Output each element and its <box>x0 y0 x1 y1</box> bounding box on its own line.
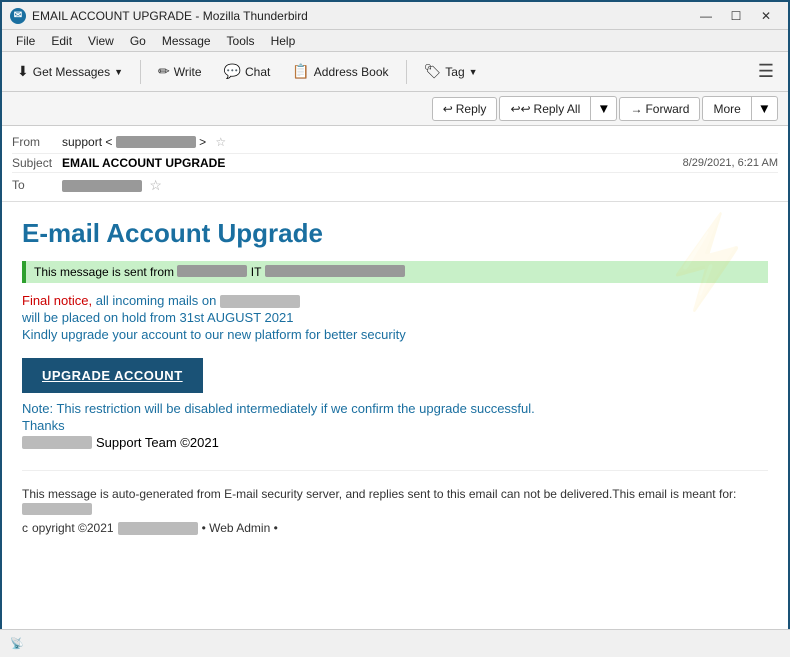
app-icon: ✉ <box>10 8 26 24</box>
reply-button[interactable]: ↩ Reply <box>432 97 498 121</box>
address-book-button[interactable]: 📋 Address Book <box>283 58 397 85</box>
to-address-blurred <box>62 180 142 192</box>
support-row: Support Team ©2021 <box>22 435 768 450</box>
thanks-text: Thanks <box>22 418 768 433</box>
email-header: From support < > ☆ Subject EMAIL ACCOUNT… <box>2 126 788 202</box>
write-button[interactable]: ✏ Write <box>149 58 211 85</box>
warning-text: This message is sent from IT <box>34 265 405 279</box>
warning-bar: This message is sent from IT <box>22 261 768 283</box>
from-star-icon[interactable]: ☆ <box>215 135 226 149</box>
subject-value: EMAIL ACCOUNT UPGRADE <box>62 156 683 170</box>
tag-button[interactable]: 🏷 Tag ▼ <box>415 58 487 85</box>
hamburger-menu-button[interactable]: ☰ <box>750 57 782 86</box>
get-messages-dropdown-icon[interactable]: ▼ <box>114 67 123 77</box>
menu-view[interactable]: View <box>80 32 122 50</box>
chat-button[interactable]: 💬 Chat <box>215 58 280 85</box>
menu-go[interactable]: Go <box>122 32 154 50</box>
tag-icon: 🏷 <box>424 63 442 80</box>
body-line3: Kindly upgrade your account to our new p… <box>22 327 768 342</box>
to-label: To <box>12 178 62 192</box>
chat-icon: 💬 <box>224 63 241 80</box>
get-messages-icon: ⬇ <box>17 63 29 80</box>
menu-file[interactable]: File <box>8 32 43 50</box>
reply-all-button[interactable]: ↩↩ Reply All <box>499 96 590 121</box>
copyright-blurred <box>118 522 198 535</box>
from-address-blurred <box>116 136 196 148</box>
menu-tools[interactable]: Tools <box>219 32 263 50</box>
copyright-row: c opyright ©2021 • Web Admin • <box>22 521 768 535</box>
final-notice-text: Final notice, <box>22 293 92 308</box>
write-icon: ✏ <box>158 63 170 80</box>
toolbar-separator <box>140 60 141 84</box>
to-value: ☆ <box>62 177 778 194</box>
warning-blurred-bar <box>265 265 405 277</box>
maximize-button[interactable]: ☐ <box>722 6 750 26</box>
support-name-blurred <box>22 436 92 449</box>
email-body: ⚡ E-mail Account Upgrade This message is… <box>2 202 788 631</box>
to-star-icon[interactable]: ☆ <box>149 177 162 193</box>
subject-row: Subject EMAIL ACCOUNT UPGRADE 8/29/2021,… <box>12 154 778 173</box>
more-split-button: More ▼ <box>702 96 778 121</box>
action-bar: ↩ Reply ↩↩ Reply All ▼ → Forward More ▼ <box>2 92 788 126</box>
from-label: From <box>12 135 62 149</box>
toolbar-separator-2 <box>406 60 407 84</box>
menu-message[interactable]: Message <box>154 32 219 50</box>
menu-edit[interactable]: Edit <box>43 32 80 50</box>
note-text: Note: This restriction will be disabled … <box>22 401 768 416</box>
auto-message: This message is auto-generated from E-ma… <box>22 470 768 515</box>
from-value: support < > ☆ <box>62 135 778 149</box>
support-team-text: Support Team ©2021 <box>96 435 219 450</box>
subject-label: Subject <box>12 156 62 170</box>
to-row: To ☆ <box>12 173 778 197</box>
forward-button[interactable]: → Forward <box>619 97 700 121</box>
more-button[interactable]: More <box>702 96 750 121</box>
reply-icon: ↩ <box>443 102 453 116</box>
minimize-button[interactable]: — <box>692 6 720 26</box>
email-title: E-mail Account Upgrade <box>22 218 768 249</box>
body-line1: Final notice, all incoming mails on <box>22 293 768 308</box>
menubar: File Edit View Go Message Tools Help <box>2 30 788 52</box>
titlebar: ✉ EMAIL ACCOUNT UPGRADE - Mozilla Thunde… <box>2 2 788 30</box>
from-row: From support < > ☆ <box>12 130 778 154</box>
forward-icon: → <box>630 102 642 116</box>
window-controls: — ☐ ✕ <box>692 6 780 26</box>
reply-all-dropdown-button[interactable]: ▼ <box>590 96 617 121</box>
close-button[interactable]: ✕ <box>752 6 780 26</box>
email-date: 8/29/2021, 6:21 AM <box>683 157 778 169</box>
warning-blurred-name <box>177 265 247 277</box>
reply-all-split-button: ↩↩ Reply All ▼ <box>499 96 617 121</box>
statusbar: 📡 <box>0 629 790 657</box>
tag-dropdown-icon[interactable]: ▼ <box>469 67 478 77</box>
body-line2: will be placed on hold from 31st AUGUST … <box>22 310 768 325</box>
menu-help[interactable]: Help <box>263 32 304 50</box>
reply-all-icon: ↩↩ <box>510 102 530 116</box>
statusbar-icon: 📡 <box>10 637 24 650</box>
upgrade-account-button[interactable]: UPGRADE ACCOUNT <box>22 358 203 393</box>
window-title: EMAIL ACCOUNT UPGRADE - Mozilla Thunderb… <box>32 9 692 23</box>
more-dropdown-button[interactable]: ▼ <box>751 96 778 121</box>
toolbar: ⬇ Get Messages ▼ ✏ Write 💬 Chat 📋 Addres… <box>2 52 788 92</box>
address-book-icon: 📋 <box>292 63 309 80</box>
get-messages-button[interactable]: ⬇ Get Messages ▼ <box>8 58 132 85</box>
auto-msg-blurred <box>22 503 92 515</box>
domain-blurred-1 <box>220 295 300 308</box>
